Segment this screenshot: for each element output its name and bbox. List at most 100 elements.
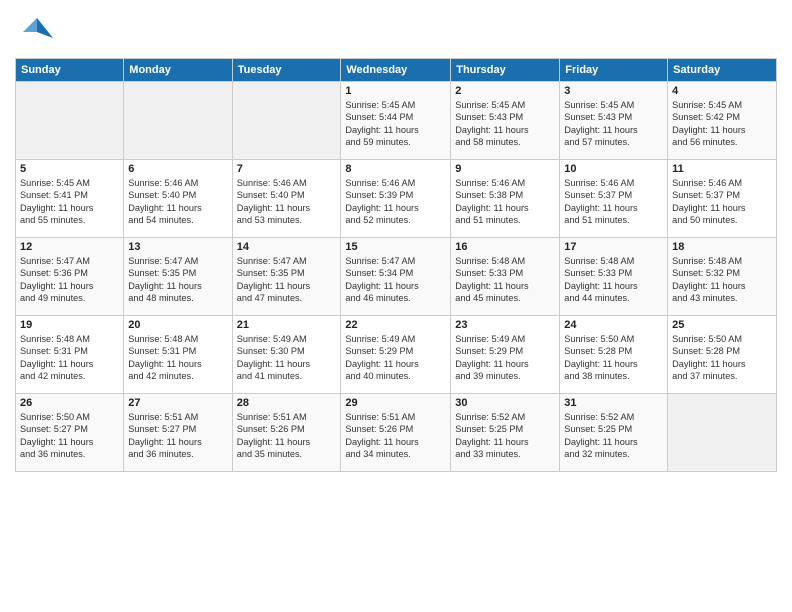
header <box>15 10 777 50</box>
day-info: Sunrise: 5:46 AMSunset: 5:39 PMDaylight:… <box>345 177 446 227</box>
day-number: 10 <box>564 163 663 175</box>
day-info: Sunrise: 5:47 AMSunset: 5:34 PMDaylight:… <box>345 255 446 305</box>
calendar-cell: 21Sunrise: 5:49 AMSunset: 5:30 PMDayligh… <box>232 316 341 394</box>
week-row-1: 1 Sunrise: 5:45 AMSunset: 5:44 PMDaylight… <box>16 82 777 160</box>
day-number: 12 <box>20 241 119 253</box>
day-number: 5 <box>20 163 119 175</box>
weekday-header-saturday: Saturday <box>668 59 777 82</box>
day-info: Sunrise: 5:48 AMSunset: 5:31 PMDaylight:… <box>128 333 227 383</box>
day-info: Sunrise: 5:47 AMSunset: 5:35 PMDaylight:… <box>237 255 337 305</box>
day-number: 31 <box>564 397 663 409</box>
day-number: 8 <box>345 163 446 175</box>
day-number: 17 <box>564 241 663 253</box>
weekday-header-thursday: Thursday <box>451 59 560 82</box>
day-info: Sunrise: 5:47 AMSunset: 5:36 PMDaylight:… <box>20 255 119 305</box>
calendar-cell: 8 Sunrise: 5:46 AMSunset: 5:39 PMDaylight… <box>341 160 451 238</box>
day-info: Sunrise: 5:52 AMSunset: 5:25 PMDaylight:… <box>455 411 555 461</box>
calendar-cell: 24 Sunrise: 5:50 AMSunset: 5:28 PMDayligh… <box>560 316 668 394</box>
day-number: 9 <box>455 163 555 175</box>
day-number: 26 <box>20 397 119 409</box>
day-info: Sunrise: 5:48 AMSunset: 5:32 PMDaylight:… <box>672 255 772 305</box>
day-number: 13 <box>128 241 227 253</box>
page: SundayMondayTuesdayWednesdayThursdayFrid… <box>0 0 792 612</box>
week-row-5: 26 Sunrise: 5:50 AMSunset: 5:27 PMDayligh… <box>16 394 777 472</box>
weekday-header-wednesday: Wednesday <box>341 59 451 82</box>
calendar-cell: 31Sunrise: 5:52 AMSunset: 5:25 PMDayligh… <box>560 394 668 472</box>
day-number: 19 <box>20 319 119 331</box>
day-number: 14 <box>237 241 337 253</box>
day-info: Sunrise: 5:51 AMSunset: 5:26 PMDaylight:… <box>237 411 337 461</box>
calendar-cell: 29 Sunrise: 5:51 AMSunset: 5:26 PMDayligh… <box>341 394 451 472</box>
day-info: Sunrise: 5:49 AMSunset: 5:29 PMDaylight:… <box>345 333 446 383</box>
week-row-2: 5 Sunrise: 5:45 AMSunset: 5:41 PMDaylight… <box>16 160 777 238</box>
calendar-cell: 25 Sunrise: 5:50 AMSunset: 5:28 PMDayligh… <box>668 316 777 394</box>
day-number: 24 <box>564 319 663 331</box>
weekday-header-sunday: Sunday <box>16 59 124 82</box>
day-number: 2 <box>455 85 555 97</box>
logo <box>15 10 55 50</box>
day-number: 29 <box>345 397 446 409</box>
day-number: 20 <box>128 319 227 331</box>
calendar-cell <box>124 82 232 160</box>
day-info: Sunrise: 5:47 AMSunset: 5:35 PMDaylight:… <box>128 255 227 305</box>
day-number: 22 <box>345 319 446 331</box>
day-info: Sunrise: 5:50 AMSunset: 5:28 PMDaylight:… <box>564 333 663 383</box>
calendar-cell: 26 Sunrise: 5:50 AMSunset: 5:27 PMDayligh… <box>16 394 124 472</box>
calendar-cell: 3Sunrise: 5:45 AMSunset: 5:43 PMDaylight… <box>560 82 668 160</box>
calendar-cell: 16Sunrise: 5:48 AMSunset: 5:33 PMDayligh… <box>451 238 560 316</box>
day-info: Sunrise: 5:45 AMSunset: 5:44 PMDaylight:… <box>345 99 446 149</box>
calendar-cell: 22 Sunrise: 5:49 AMSunset: 5:29 PMDayligh… <box>341 316 451 394</box>
day-info: Sunrise: 5:46 AMSunset: 5:37 PMDaylight:… <box>672 177 772 227</box>
day-number: 3 <box>564 85 663 97</box>
calendar-cell: 9 Sunrise: 5:46 AMSunset: 5:38 PMDaylight… <box>451 160 560 238</box>
calendar-cell <box>668 394 777 472</box>
day-info: Sunrise: 5:46 AMSunset: 5:40 PMDaylight:… <box>237 177 337 227</box>
calendar-cell: 4Sunrise: 5:45 AMSunset: 5:42 PMDaylight… <box>668 82 777 160</box>
day-info: Sunrise: 5:50 AMSunset: 5:27 PMDaylight:… <box>20 411 119 461</box>
calendar-cell: 23Sunrise: 5:49 AMSunset: 5:29 PMDayligh… <box>451 316 560 394</box>
calendar-cell: 5 Sunrise: 5:45 AMSunset: 5:41 PMDaylight… <box>16 160 124 238</box>
day-info: Sunrise: 5:46 AMSunset: 5:40 PMDaylight:… <box>128 177 227 227</box>
calendar-cell: 30 Sunrise: 5:52 AMSunset: 5:25 PMDayligh… <box>451 394 560 472</box>
day-number: 7 <box>237 163 337 175</box>
week-row-4: 19 Sunrise: 5:48 AMSunset: 5:31 PMDayligh… <box>16 316 777 394</box>
calendar-cell: 10 Sunrise: 5:46 AMSunset: 5:37 PMDayligh… <box>560 160 668 238</box>
day-number: 27 <box>128 397 227 409</box>
day-info: Sunrise: 5:48 AMSunset: 5:31 PMDaylight:… <box>20 333 119 383</box>
calendar: SundayMondayTuesdayWednesdayThursdayFrid… <box>15 58 777 472</box>
calendar-cell <box>16 82 124 160</box>
day-info: Sunrise: 5:49 AMSunset: 5:29 PMDaylight:… <box>455 333 555 383</box>
calendar-cell: 28 Sunrise: 5:51 AMSunset: 5:26 PMDayligh… <box>232 394 341 472</box>
logo-icon <box>15 10 55 50</box>
calendar-cell: 13 Sunrise: 5:47 AMSunset: 5:35 PMDayligh… <box>124 238 232 316</box>
day-number: 30 <box>455 397 555 409</box>
calendar-cell: 12 Sunrise: 5:47 AMSunset: 5:36 PMDayligh… <box>16 238 124 316</box>
day-info: Sunrise: 5:48 AMSunset: 5:33 PMDaylight:… <box>564 255 663 305</box>
day-info: Sunrise: 5:45 AMSunset: 5:43 PMDaylight:… <box>455 99 555 149</box>
day-info: Sunrise: 5:45 AMSunset: 5:42 PMDaylight:… <box>672 99 772 149</box>
weekday-header-friday: Friday <box>560 59 668 82</box>
calendar-cell: 15 Sunrise: 5:47 AMSunset: 5:34 PMDayligh… <box>341 238 451 316</box>
day-info: Sunrise: 5:50 AMSunset: 5:28 PMDaylight:… <box>672 333 772 383</box>
calendar-cell: 14 Sunrise: 5:47 AMSunset: 5:35 PMDayligh… <box>232 238 341 316</box>
calendar-cell: 19 Sunrise: 5:48 AMSunset: 5:31 PMDayligh… <box>16 316 124 394</box>
day-number: 18 <box>672 241 772 253</box>
calendar-cell: 7 Sunrise: 5:46 AMSunset: 5:40 PMDaylight… <box>232 160 341 238</box>
day-number: 1 <box>345 85 446 97</box>
calendar-cell: 18 Sunrise: 5:48 AMSunset: 5:32 PMDayligh… <box>668 238 777 316</box>
calendar-cell: 2 Sunrise: 5:45 AMSunset: 5:43 PMDaylight… <box>451 82 560 160</box>
day-info: Sunrise: 5:46 AMSunset: 5:37 PMDaylight:… <box>564 177 663 227</box>
weekday-header-row: SundayMondayTuesdayWednesdayThursdayFrid… <box>16 59 777 82</box>
day-info: Sunrise: 5:46 AMSunset: 5:38 PMDaylight:… <box>455 177 555 227</box>
day-number: 28 <box>237 397 337 409</box>
calendar-cell: 1 Sunrise: 5:45 AMSunset: 5:44 PMDaylight… <box>341 82 451 160</box>
day-info: Sunrise: 5:51 AMSunset: 5:26 PMDaylight:… <box>345 411 446 461</box>
day-number: 25 <box>672 319 772 331</box>
day-number: 11 <box>672 163 772 175</box>
day-number: 6 <box>128 163 227 175</box>
day-number: 15 <box>345 241 446 253</box>
calendar-cell: 27Sunrise: 5:51 AMSunset: 5:27 PMDayligh… <box>124 394 232 472</box>
day-info: Sunrise: 5:45 AMSunset: 5:41 PMDaylight:… <box>20 177 119 227</box>
calendar-cell: 11 Sunrise: 5:46 AMSunset: 5:37 PMDayligh… <box>668 160 777 238</box>
day-number: 16 <box>455 241 555 253</box>
